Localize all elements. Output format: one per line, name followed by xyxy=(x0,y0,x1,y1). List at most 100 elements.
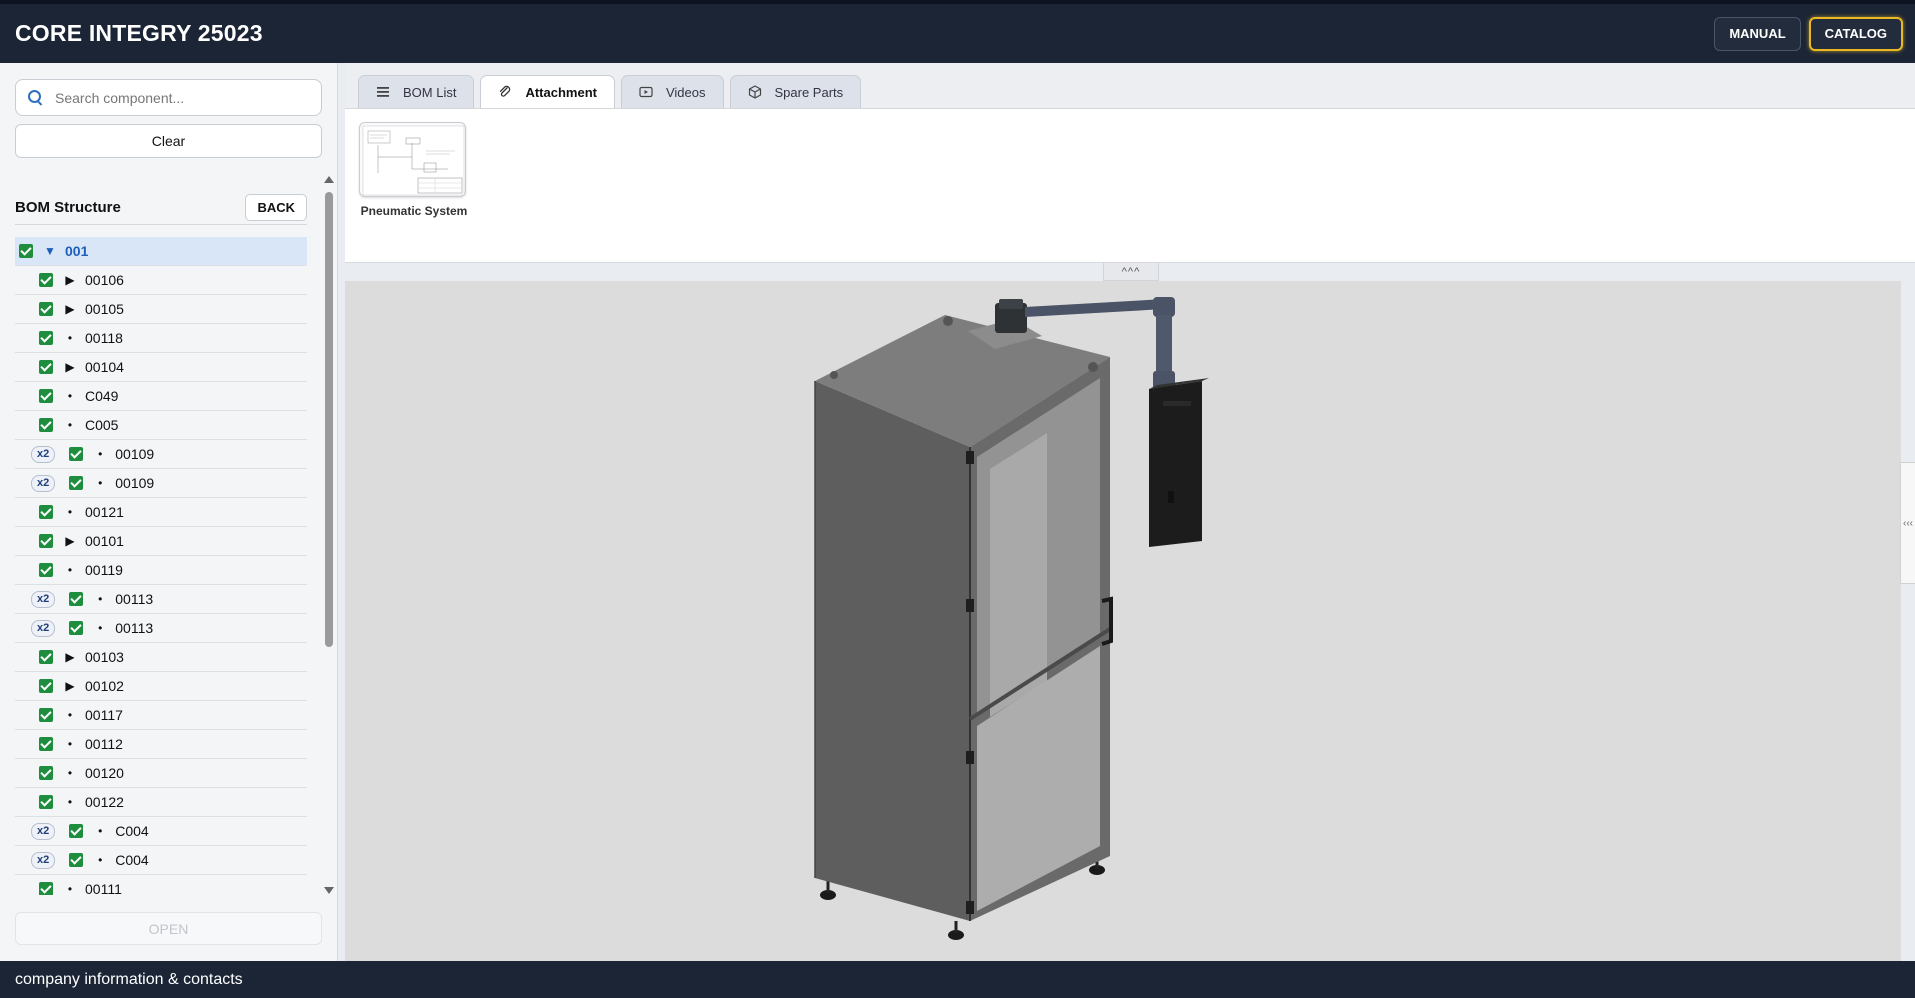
attachment-card[interactable]: Pneumatic System xyxy=(359,122,469,218)
visibility-checkbox[interactable] xyxy=(39,766,53,780)
component-code: 00109 xyxy=(115,475,155,491)
tree-node[interactable]: ▶ 00104 xyxy=(15,353,307,382)
tab-spare-parts[interactable]: Spare Parts xyxy=(729,75,862,108)
search-input[interactable] xyxy=(55,89,315,106)
search-box[interactable] xyxy=(15,79,322,116)
tree-node[interactable]: • 00122 xyxy=(15,788,307,817)
visibility-checkbox[interactable] xyxy=(69,824,84,838)
visibility-checkbox[interactable] xyxy=(69,476,84,490)
tab-videos[interactable]: Videos xyxy=(620,75,724,108)
visibility-checkbox[interactable] xyxy=(39,534,53,548)
visibility-checkbox[interactable] xyxy=(39,795,53,809)
manual-button[interactable]: MANUAL xyxy=(1714,16,1801,51)
tree-node[interactable]: ▶ 00102 xyxy=(15,672,307,701)
search-icon xyxy=(28,90,43,105)
component-code: 00102 xyxy=(85,678,124,694)
drawing-thumbnail-icon xyxy=(362,125,465,196)
quantity-badge: x2 xyxy=(31,851,56,869)
tree-node[interactable]: • 00112 xyxy=(15,730,307,759)
tree-node[interactable]: • C005 xyxy=(15,411,307,440)
tree-node[interactable]: • 00121 xyxy=(15,498,307,527)
tree-node[interactable]: ▶ 00101 xyxy=(15,527,307,556)
component-code: 00106 xyxy=(85,272,124,288)
tree-node[interactable]: x2 • 00109 xyxy=(15,469,307,498)
visibility-checkbox[interactable] xyxy=(39,882,53,895)
expand-right-icon[interactable]: ▶ xyxy=(61,650,79,664)
component-code: 00119 xyxy=(85,562,123,578)
right-panel-toggle[interactable]: ‹‹‹ xyxy=(1900,462,1915,584)
scroll-down-arrow-icon[interactable] xyxy=(324,887,334,894)
3d-viewer[interactable] xyxy=(345,281,1901,961)
scroll-up-arrow-icon[interactable] xyxy=(324,176,334,183)
expand-right-icon[interactable]: ▶ xyxy=(61,273,79,287)
tab-attachment[interactable]: Attachment xyxy=(480,75,615,108)
open-button[interactable]: OPEN xyxy=(15,912,322,945)
tree-node[interactable]: ▶ 00106 xyxy=(15,266,307,295)
visibility-checkbox[interactable] xyxy=(69,447,84,461)
visibility-checkbox[interactable] xyxy=(39,273,53,287)
visibility-checkbox[interactable] xyxy=(69,621,84,635)
tree-node[interactable]: x2 • 00113 xyxy=(15,585,307,614)
expand-right-icon[interactable]: ▶ xyxy=(61,302,79,316)
tree-node[interactable]: ▶ 00103 xyxy=(15,643,307,672)
visibility-checkbox[interactable] xyxy=(39,563,53,577)
tree-node[interactable]: • 00120 xyxy=(15,759,307,788)
tree-node[interactable]: • 00117 xyxy=(15,701,307,730)
catalog-button[interactable]: CATALOG xyxy=(1808,16,1903,51)
scrollbar-thumb[interactable] xyxy=(325,192,333,647)
expand-right-icon[interactable]: ▶ xyxy=(61,534,79,548)
tree-node[interactable]: x2 • C004 xyxy=(15,846,307,875)
tree-node[interactable]: x2 • 00113 xyxy=(15,614,307,643)
tab-bom-list[interactable]: BOM List xyxy=(358,75,475,108)
bullet-icon: • xyxy=(98,592,103,606)
visibility-checkbox[interactable] xyxy=(39,302,53,316)
app-title: CORE INTEGRY 25023 xyxy=(15,20,263,46)
expand-right-icon[interactable]: ▶ xyxy=(61,679,79,693)
visibility-checkbox[interactable] xyxy=(39,708,53,722)
tree-node[interactable]: x2 • 00109 xyxy=(15,440,307,469)
bullet-icon: • xyxy=(98,621,103,635)
component-code: 00122 xyxy=(85,794,124,810)
clear-button[interactable]: Clear xyxy=(15,124,322,158)
tree-node[interactable]: • 00111 xyxy=(15,875,307,895)
component-code: 00113 xyxy=(115,591,154,607)
tree-node[interactable]: • C049 xyxy=(15,382,307,411)
tab-label: Spare Parts xyxy=(774,84,844,100)
attachment-thumbnail[interactable] xyxy=(359,122,466,197)
visibility-checkbox[interactable] xyxy=(39,650,53,664)
visibility-checkbox[interactable] xyxy=(39,360,53,374)
visibility-checkbox[interactable] xyxy=(39,331,53,345)
visibility-checkbox[interactable] xyxy=(39,505,53,519)
tree-node[interactable]: x2 • C004 xyxy=(15,817,307,846)
footer-text[interactable]: company information & contacts xyxy=(15,971,243,989)
cabinet-3d-model[interactable] xyxy=(345,281,1901,961)
tree-scrollbar[interactable] xyxy=(324,176,334,894)
visibility-checkbox[interactable] xyxy=(69,853,84,867)
back-button[interactable]: BACK xyxy=(245,194,307,221)
component-code: 00121 xyxy=(85,504,124,520)
visibility-checkbox[interactable] xyxy=(39,389,53,403)
expand-down-icon[interactable]: ▼ xyxy=(41,244,59,258)
tree-root-node[interactable]: ▼ 001 xyxy=(15,237,307,266)
visibility-checkbox[interactable] xyxy=(19,244,33,258)
component-code: C004 xyxy=(115,823,149,839)
visibility-checkbox[interactable] xyxy=(39,418,53,432)
bullet-icon: • xyxy=(67,418,73,432)
tab-label: Attachment xyxy=(525,84,597,100)
component-code: 00111 xyxy=(85,881,122,895)
collapse-panel-toggle[interactable]: ^^^ xyxy=(1103,263,1159,281)
bullet-icon: • xyxy=(67,563,73,577)
tab-bar: BOM List Attachment Videos Spare Parts xyxy=(345,63,1915,109)
bom-structure-title: BOM Structure xyxy=(15,199,121,216)
bullet-icon: • xyxy=(67,737,73,751)
tree-node[interactable]: • 00118 xyxy=(15,324,307,353)
quantity-badge: x2 xyxy=(31,474,56,492)
visibility-checkbox[interactable] xyxy=(39,679,53,693)
expand-right-icon[interactable]: ▶ xyxy=(61,360,79,374)
tree-node[interactable]: • 00119 xyxy=(15,556,307,585)
visibility-checkbox[interactable] xyxy=(39,737,53,751)
header-buttons: MANUAL CATALOG xyxy=(1714,16,1903,51)
tree-node[interactable]: ▶ 00105 xyxy=(15,295,307,324)
footer: company information & contacts xyxy=(0,961,1915,998)
visibility-checkbox[interactable] xyxy=(69,592,84,606)
